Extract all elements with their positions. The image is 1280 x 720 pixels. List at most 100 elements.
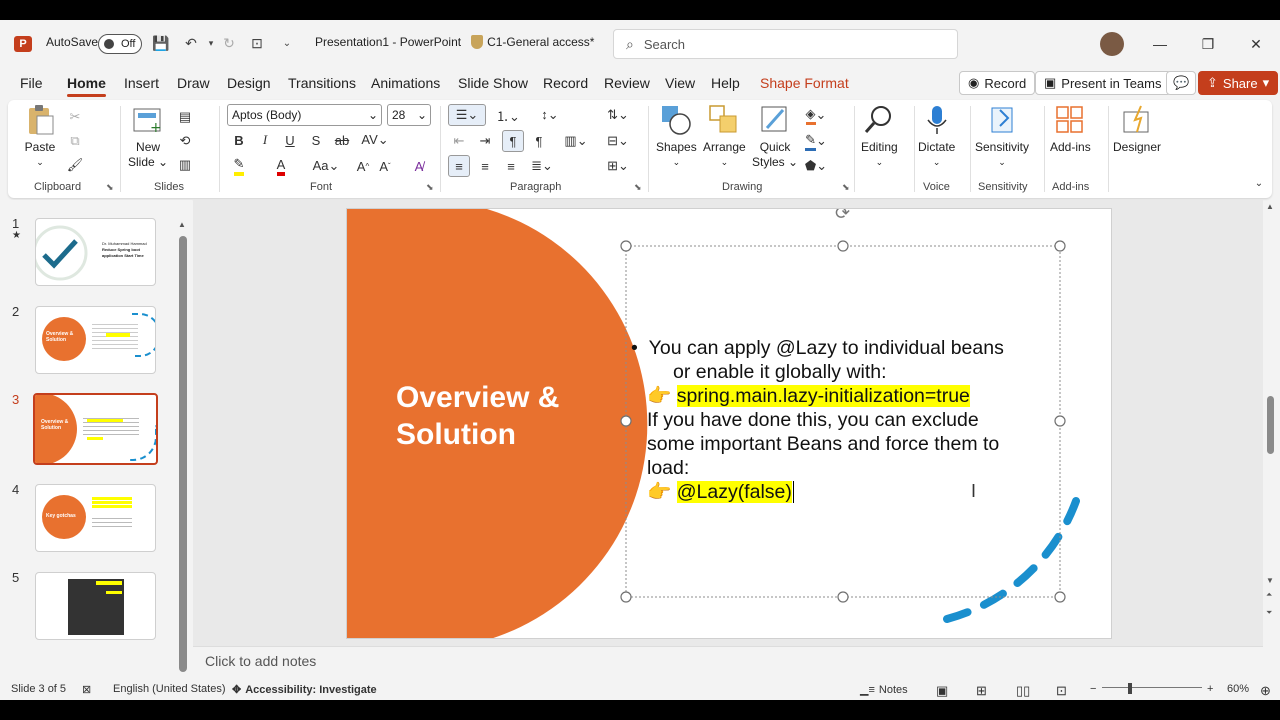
- slide-sorter-icon[interactable]: ⊞: [976, 683, 987, 699]
- align-text-icon[interactable]: ⊟⌄: [604, 130, 632, 152]
- shadow-icon[interactable]: S: [305, 129, 327, 151]
- bold-icon[interactable]: B: [228, 129, 250, 151]
- reset-icon[interactable]: ⟲: [174, 130, 196, 152]
- spelling-icon[interactable]: ⊠: [82, 683, 91, 696]
- numbering-icon[interactable]: ⒈⌄: [492, 104, 524, 126]
- underline-icon[interactable]: U: [279, 129, 301, 151]
- normal-view-icon[interactable]: ▣: [936, 683, 948, 699]
- customize-toolbar-icon[interactable]: ⌄: [276, 32, 298, 54]
- tab-animations[interactable]: Animations: [371, 75, 440, 91]
- tab-home[interactable]: Home: [67, 75, 106, 97]
- tab-view[interactable]: View: [665, 75, 695, 91]
- font-size-combo[interactable]: 28 ⌄: [387, 104, 431, 126]
- new-slide-button[interactable]: + New Slide ⌄: [128, 104, 168, 170]
- tab-transitions[interactable]: Transitions: [288, 75, 356, 91]
- slide-thumbnail-2[interactable]: Overview & Solution: [35, 306, 156, 374]
- language-status[interactable]: English (United States): [113, 683, 226, 695]
- restore-icon[interactable]: ❐: [1193, 30, 1223, 58]
- undo-icon[interactable]: ↶: [180, 32, 202, 54]
- font-grow-icon[interactable]: A ^: [352, 155, 374, 177]
- change-case-icon[interactable]: Aa⌄: [310, 155, 342, 177]
- font-shrink-icon[interactable]: Aˇ: [374, 155, 396, 177]
- tab-file[interactable]: File: [20, 75, 43, 91]
- sensitivity-label[interactable]: C1-General access*: [487, 35, 594, 49]
- italic-icon[interactable]: I: [254, 129, 276, 151]
- shape-effects-icon[interactable]: ⬟⌄: [800, 155, 832, 177]
- zoom-level[interactable]: 60%: [1227, 683, 1249, 695]
- present-in-teams-button[interactable]: ▣ Present in Teams: [1035, 71, 1171, 95]
- comments-button[interactable]: 💬: [1166, 71, 1197, 95]
- shape-outline-icon[interactable]: ✎ ⌄: [800, 130, 832, 152]
- add-ins-button[interactable]: Add-ins: [1050, 104, 1091, 155]
- dialog-launcher-icon[interactable]: ⬊: [106, 182, 114, 193]
- next-slide-icon[interactable]: ⏷: [1266, 608, 1272, 618]
- quick-styles-button[interactable]: Quick Styles ⌄: [752, 104, 798, 170]
- zoom-in-icon[interactable]: +: [1207, 683, 1213, 695]
- cut-icon[interactable]: ✂: [64, 106, 86, 128]
- tab-shape-format[interactable]: Shape Format: [760, 75, 849, 91]
- designer-button[interactable]: Designer: [1113, 104, 1161, 155]
- minimize-icon[interactable]: —: [1145, 30, 1175, 58]
- slide-thumbnail-4[interactable]: Key gotchas: [35, 484, 156, 552]
- align-center-icon[interactable]: ≡: [474, 155, 496, 177]
- tab-design[interactable]: Design: [227, 75, 271, 91]
- rtl-icon[interactable]: ¶: [528, 130, 550, 152]
- shapes-button[interactable]: Shapes ⌄: [656, 104, 697, 170]
- decrease-indent-icon[interactable]: ⇤: [448, 130, 470, 152]
- scroll-up-icon[interactable]: ▲: [178, 220, 186, 229]
- body-text-box[interactable]: • You can apply @Lazy to individual bean…: [631, 336, 1051, 504]
- increase-indent-icon[interactable]: ⇥: [474, 130, 496, 152]
- tab-record[interactable]: Record: [543, 75, 588, 91]
- dialog-launcher-icon[interactable]: ⬊: [634, 182, 642, 193]
- tab-draw[interactable]: Draw: [177, 75, 210, 91]
- slide-show-icon[interactable]: ⊡: [1056, 683, 1067, 699]
- zoom-slider-thumb[interactable]: [1128, 683, 1132, 694]
- slide-scrollbar[interactable]: [1267, 396, 1274, 454]
- columns-icon[interactable]: ▥⌄: [560, 130, 592, 152]
- dialog-launcher-icon[interactable]: ⬊: [842, 182, 850, 193]
- share-button[interactable]: ⇪ Share ▾: [1198, 71, 1279, 95]
- tab-review[interactable]: Review: [604, 75, 650, 91]
- search-box[interactable]: ⌕ Search: [613, 29, 958, 59]
- justify-icon[interactable]: ≣⌄: [526, 155, 558, 177]
- sensitivity-button[interactable]: Sensitivity ⌄: [975, 104, 1029, 170]
- slide-thumbnail-3[interactable]: Overview & Solution: [33, 393, 158, 465]
- notes-pane[interactable]: Click to add notes: [193, 646, 1263, 670]
- slide-thumbnail-1[interactable]: Dr. Muhammad Hammad Reduce Spring boot a…: [35, 218, 156, 286]
- tab-insert[interactable]: Insert: [124, 75, 159, 91]
- copy-icon[interactable]: ⧉: [64, 130, 86, 152]
- shape-fill-icon[interactable]: ◈ ⌄: [800, 104, 832, 126]
- clear-formatting-icon[interactable]: A̸: [408, 155, 430, 177]
- slide-canvas[interactable]: ⟳ Overview & Solution • You can apply @L…: [346, 208, 1112, 639]
- highlight-icon[interactable]: ✎: [228, 155, 250, 177]
- zoom-slider[interactable]: [1102, 687, 1202, 688]
- font-color-icon[interactable]: A: [270, 155, 292, 177]
- scroll-down-icon[interactable]: ▼: [1266, 576, 1274, 585]
- avatar[interactable]: [1100, 32, 1124, 56]
- previous-slide-icon[interactable]: ⏶: [1266, 590, 1272, 600]
- align-right-icon[interactable]: ≡: [500, 155, 522, 177]
- bullets-icon[interactable]: ☰⌄: [448, 104, 486, 126]
- autosave-toggle[interactable]: Off: [98, 34, 142, 54]
- text-direction-icon[interactable]: ⇅⌄: [604, 104, 632, 126]
- align-left-icon[interactable]: ≡: [448, 155, 470, 177]
- thumbnail-scrollbar[interactable]: [179, 236, 187, 672]
- arrange-button[interactable]: Arrange ⌄: [703, 104, 746, 170]
- section-icon[interactable]: ▥: [174, 154, 196, 176]
- dictate-button[interactable]: Dictate ⌄: [918, 104, 955, 170]
- editing-button[interactable]: Editing ⌄: [861, 104, 898, 170]
- notes-toggle[interactable]: ▁≡ Notes: [860, 683, 908, 697]
- close-icon[interactable]: ✕: [1241, 30, 1271, 58]
- zoom-out-icon[interactable]: −: [1090, 683, 1096, 695]
- dialog-launcher-icon[interactable]: ⬊: [426, 182, 434, 193]
- redo-icon[interactable]: ↻: [218, 32, 240, 54]
- slide-thumbnail-5[interactable]: [35, 572, 156, 640]
- save-icon[interactable]: 💾: [150, 32, 172, 54]
- accessibility-status[interactable]: ✥ Accessibility: Investigate: [232, 683, 377, 697]
- smartart-icon[interactable]: ⊞⌄: [604, 155, 632, 177]
- rotate-handle-icon[interactable]: ⟳: [835, 209, 850, 224]
- line-spacing-icon[interactable]: ↕⌄: [534, 104, 566, 126]
- character-spacing-icon[interactable]: AV⌄: [360, 129, 390, 151]
- font-name-combo[interactable]: Aptos (Body) ⌄: [227, 104, 382, 126]
- strikethrough-icon[interactable]: ab: [331, 129, 353, 151]
